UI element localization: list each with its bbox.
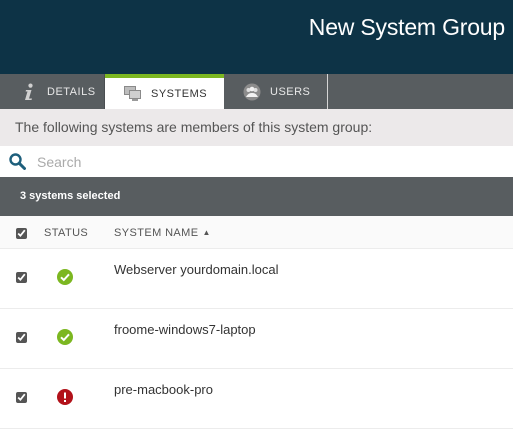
tab-bar: DETAILS SYSTEMS USERS bbox=[0, 74, 513, 109]
status-error-icon bbox=[57, 389, 73, 405]
tab-systems[interactable]: SYSTEMS bbox=[105, 74, 224, 109]
row-checkbox[interactable] bbox=[16, 272, 27, 283]
table-row[interactable]: froome-windows7-laptop bbox=[0, 309, 513, 369]
info-icon bbox=[20, 83, 38, 101]
tab-users-label: USERS bbox=[270, 85, 311, 98]
search-bar bbox=[0, 146, 513, 177]
page-header: New System Group bbox=[0, 0, 513, 74]
row-checkbox[interactable] bbox=[16, 332, 27, 343]
table-header: STATUS SYSTEM NAME ▲ bbox=[0, 216, 513, 249]
members-description: The following systems are members of thi… bbox=[0, 109, 513, 146]
row-checkbox[interactable] bbox=[16, 392, 27, 403]
page-title: New System Group bbox=[308, 14, 505, 40]
tab-systems-label: SYSTEMS bbox=[151, 87, 208, 100]
users-icon bbox=[243, 83, 261, 101]
system-name[interactable]: Webserver yourdomain.local bbox=[114, 262, 279, 277]
table-row[interactable]: pre-macbook-pro bbox=[0, 369, 513, 429]
column-system-name-label: SYSTEM NAME bbox=[114, 227, 199, 239]
search-input[interactable] bbox=[35, 152, 509, 171]
selection-count: 3 systems selected bbox=[0, 177, 513, 216]
column-status: STATUS bbox=[44, 227, 89, 239]
system-name[interactable]: pre-macbook-pro bbox=[114, 382, 213, 397]
column-system-name[interactable]: SYSTEM NAME ▲ bbox=[114, 216, 211, 251]
sort-ascending-icon: ▲ bbox=[202, 228, 211, 237]
select-all-checkbox[interactable] bbox=[16, 228, 27, 239]
status-ok-icon bbox=[57, 269, 73, 285]
tab-details-label: DETAILS bbox=[47, 85, 96, 98]
tab-details[interactable]: DETAILS bbox=[0, 74, 105, 109]
systems-icon bbox=[124, 85, 142, 103]
table-row[interactable]: Webserver yourdomain.local bbox=[0, 249, 513, 309]
search-icon[interactable] bbox=[9, 153, 26, 170]
system-name[interactable]: froome-windows7-laptop bbox=[114, 322, 256, 337]
status-ok-icon bbox=[57, 329, 73, 345]
tab-users[interactable]: USERS bbox=[224, 74, 328, 109]
